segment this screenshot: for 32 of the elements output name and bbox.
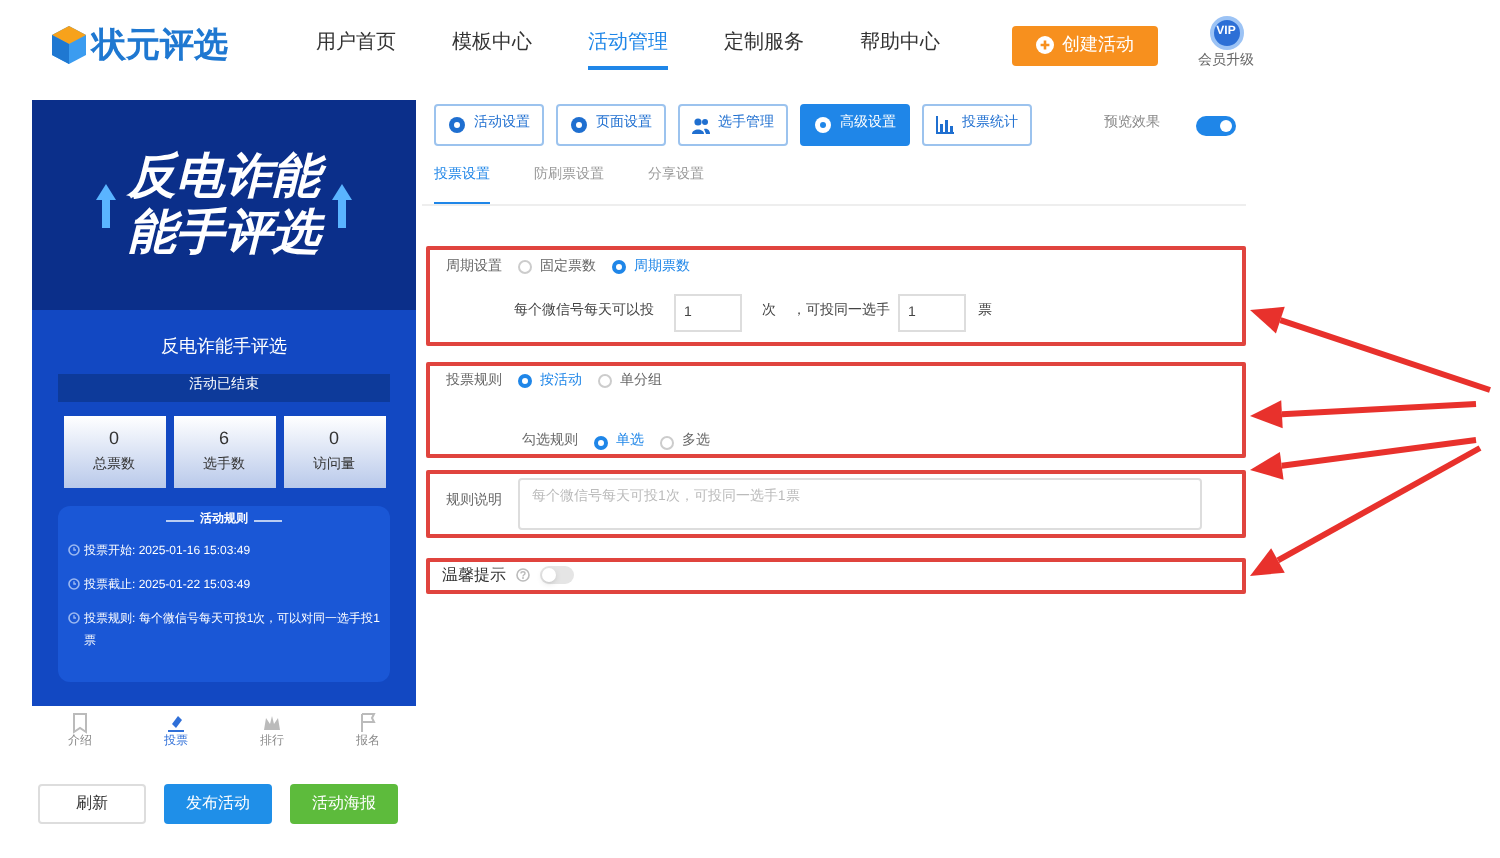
gear-icon [448,116,466,134]
gear-icon [814,116,832,134]
gear-icon [570,116,588,134]
clock-icon [68,543,80,555]
bookmark-icon [70,711,90,733]
plus-circle-icon [1036,36,1054,54]
cube-logo-icon [52,26,86,64]
stat-value: 6 [218,425,229,451]
pen-icon [166,711,186,733]
bar-chart-icon [936,116,954,134]
preview-toggle[interactable] [1196,115,1236,135]
nav-link[interactable]: 模板中心 [424,0,560,90]
clock-icon [68,577,80,589]
stat-value: 0 [328,425,339,451]
field-label: 温馨提示 [442,563,506,587]
banner-title: 能手评选 [128,205,320,261]
flag-icon [358,711,378,733]
stat-value: 0 [108,425,119,451]
nav-link[interactable]: 用户首页 [288,0,424,90]
action-button[interactable]: 刷新 [38,783,146,823]
activity-title: 反电诈能手评选 [161,334,287,360]
logo-text: 状元评选 [92,23,228,68]
clock-icon [68,611,80,623]
help-icon [516,568,530,582]
up-arrow-icon [96,183,116,227]
nav-link[interactable]: 定制服务 [696,0,832,90]
action-button[interactable]: 发布活动 [164,783,272,823]
nav-link[interactable]: 活动管理 [560,0,696,90]
up-arrow-icon [332,183,352,227]
tip-toggle[interactable] [540,566,574,584]
nav-link[interactable]: 帮助中心 [832,0,968,90]
users-icon [692,116,710,134]
